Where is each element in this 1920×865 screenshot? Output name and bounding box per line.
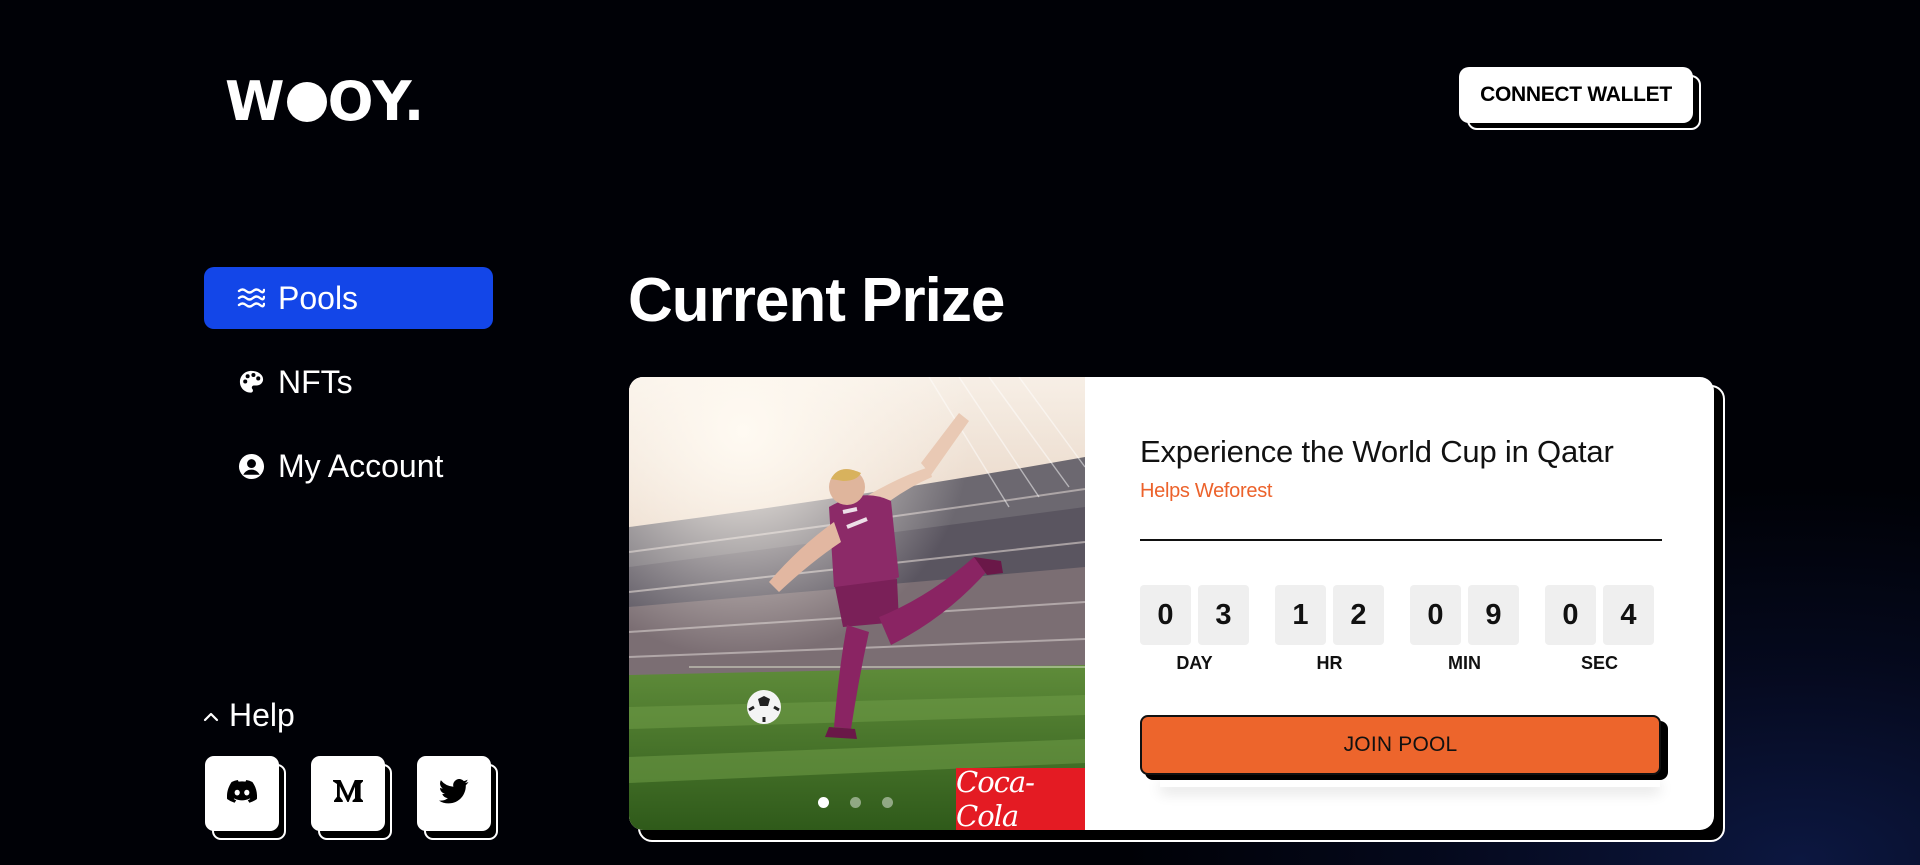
countdown-digit: 0 — [1545, 585, 1596, 645]
discord-icon — [226, 779, 258, 808]
medium-button-wrapper — [311, 756, 392, 840]
help-label: Help — [229, 697, 295, 733]
countdown-digit: 0 — [1410, 585, 1461, 645]
countdown-digit: 2 — [1333, 585, 1384, 645]
countdown-label: DAY — [1176, 653, 1213, 673]
countdown-label: HR — [1316, 653, 1343, 673]
sidebar-item-nfts[interactable]: NFTs — [204, 351, 493, 413]
countdown-label: MIN — [1448, 653, 1481, 673]
divider — [1140, 539, 1662, 541]
join-pool-button[interactable]: JOIN POOL — [1140, 715, 1661, 775]
countdown-days: 0 3 DAY — [1140, 585, 1249, 674]
page-title: Current Prize — [628, 266, 1005, 335]
sidebar-item-label: My Account — [278, 447, 444, 484]
logo-text-w: W — [225, 70, 286, 133]
sponsor-logo: Coca-Cola — [956, 765, 1085, 830]
discord-button[interactable] — [205, 756, 279, 831]
medium-button[interactable] — [311, 756, 385, 831]
prize-details: Experience the World Cup in Qatar Helps … — [1085, 377, 1714, 830]
countdown-minutes: 0 9 MIN — [1410, 585, 1519, 674]
twitter-button-wrapper — [417, 756, 498, 840]
prize-subtitle: Helps Weforest — [1140, 480, 1273, 502]
countdown-hours: 1 2 HR — [1275, 585, 1384, 674]
countdown-digit: 9 — [1468, 585, 1519, 645]
help-toggle[interactable]: Help — [203, 697, 295, 734]
sidebar-item-pools[interactable]: Pools — [204, 267, 493, 329]
sidebar-item-my-account[interactable]: My Account — [204, 435, 493, 497]
waves-icon — [236, 283, 266, 313]
prize-card-wrapper: Coca-Cola Experience the World Cup in Qa… — [629, 377, 1725, 842]
countdown-label: SEC — [1580, 653, 1618, 673]
countdown-digit: 4 — [1603, 585, 1654, 645]
logo-text-oy: OY. — [327, 70, 426, 133]
countdown-digit: 0 — [1140, 585, 1191, 645]
countdown-seconds: 0 4 SEC — [1545, 585, 1654, 674]
carousel-dot[interactable] — [850, 797, 861, 808]
sidebar-item-label: NFTs — [278, 363, 353, 400]
prize-card: Coca-Cola Experience the World Cup in Qa… — [629, 377, 1714, 830]
logo-circle-icon — [286, 82, 327, 122]
user-circle-icon — [236, 451, 266, 481]
join-pool-button-wrapper: JOIN POOL — [1140, 715, 1668, 780]
carousel-dot[interactable] — [882, 797, 893, 808]
prize-title: Experience the World Cup in Qatar — [1140, 434, 1614, 469]
sidebar-item-label: Pools — [278, 279, 359, 316]
carousel-dots — [818, 797, 893, 808]
twitter-button[interactable] — [417, 756, 491, 831]
sidebar-nav: Pools NFTs My Account — [204, 267, 493, 519]
wooy-logo[interactable]: W OY. — [225, 72, 425, 132]
countdown-digit: 1 — [1275, 585, 1326, 645]
twitter-icon — [439, 778, 469, 809]
countdown-digit: 3 — [1198, 585, 1249, 645]
discord-button-wrapper — [205, 756, 286, 840]
countdown-timer: 0 3 DAY 1 2 HR 0 9 MIN 0 4 SEC — [1140, 585, 1654, 674]
prize-image: Coca-Cola — [629, 377, 1085, 830]
connect-wallet-button[interactable]: CONNECT WALLET — [1459, 67, 1693, 123]
carousel-dot[interactable] — [818, 797, 829, 808]
stadium-player-illustration — [629, 377, 1085, 830]
connect-wallet-button-wrapper: CONNECT WALLET — [1459, 67, 1701, 130]
medium-icon — [332, 778, 364, 809]
palette-icon — [236, 367, 266, 397]
chevron-up-icon — [203, 706, 219, 729]
